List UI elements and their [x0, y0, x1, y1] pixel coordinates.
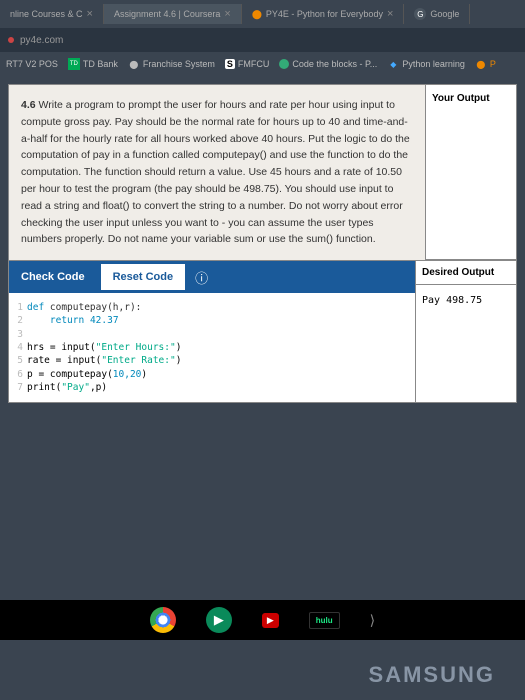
youtube-icon[interactable]: ▶	[262, 613, 279, 628]
tab-label: Google	[430, 9, 459, 19]
code-area: Check Code Reset Code ⓘ 1 def computepay(…	[9, 261, 416, 402]
bookmark-label: Code the blocks - P...	[292, 59, 377, 69]
bookmark-label: RT7 V2 POS	[6, 59, 58, 69]
code-token: hrs = input(	[27, 342, 96, 353]
code-token: ,p)	[90, 382, 107, 393]
assignment-panel: 4.6 Write a program to prompt the user f…	[8, 84, 517, 403]
chrome-icon[interactable]	[150, 607, 176, 633]
bookmark-tdbank[interactable]: TDTD Bank	[68, 58, 118, 70]
tab-google[interactable]: G Google	[404, 4, 470, 24]
instructions-text: 4.6 Write a program to prompt the user f…	[9, 85, 426, 260]
tab-courses[interactable]: nline Courses & C ×	[0, 4, 104, 24]
hulu-icon[interactable]: hulu	[309, 612, 340, 629]
samsung-brand: SAMSUNG	[369, 662, 495, 688]
p-icon: ⬤	[475, 58, 487, 70]
desired-output-header: Desired Output	[416, 261, 516, 285]
reset-code-button[interactable]: Reset Code	[101, 264, 186, 290]
code-token: def	[27, 302, 44, 313]
code-token: )	[176, 342, 182, 353]
play-icon[interactable]: ▶	[206, 607, 232, 633]
tab-py4e[interactable]: ⬤ PY4E - Python for Everybody ×	[242, 4, 405, 24]
td-icon: TD	[68, 58, 80, 70]
code-icon	[279, 59, 289, 69]
toolbar: Check Code Reset Code ⓘ	[9, 261, 415, 293]
line-number: 5	[13, 354, 23, 367]
code-token: 42.37	[84, 315, 118, 326]
bookmark-label: TD Bank	[83, 59, 118, 69]
line-number: 3	[13, 328, 23, 341]
tab-label: Assignment 4.6 | Coursera	[114, 9, 220, 19]
python-icon: ⬤	[252, 9, 262, 20]
your-output-header: Your Output	[426, 85, 516, 260]
code-token: rate = input(	[27, 355, 101, 366]
google-icon: G	[414, 8, 426, 20]
tab-assignment[interactable]: Assignment 4.6 | Coursera ×	[104, 4, 242, 24]
code-token: )	[176, 355, 182, 366]
code-token: "Enter Hours:"	[96, 342, 176, 353]
exercise-number: 4.6	[21, 99, 36, 111]
code-token: p = computepay(	[27, 369, 113, 380]
franchise-icon: ⬤	[128, 58, 140, 70]
code-token: return	[50, 315, 84, 326]
info-icon[interactable]: ⓘ	[195, 268, 208, 287]
bookmark-label: FMFCU	[238, 59, 270, 69]
line-number: 6	[13, 368, 23, 381]
code-token: "Enter Rate:"	[101, 355, 175, 366]
more-icon[interactable]: ⟩	[370, 612, 375, 629]
bookmarks-bar: RT7 V2 POS TDTD Bank ⬤Franchise System S…	[0, 52, 525, 76]
bookmark-fmfcu[interactable]: SFMFCU	[225, 59, 270, 69]
s-icon: S	[225, 59, 235, 69]
tab-label: PY4E - Python for Everybody	[266, 9, 383, 19]
line-number: 4	[13, 341, 23, 354]
bookmark-p[interactable]: ⬤P	[475, 58, 496, 70]
code-token: 10,20	[113, 369, 142, 380]
desired-output-value: Pay 498.75	[416, 285, 516, 316]
code-token: "Pay"	[61, 382, 90, 393]
bookmark-rt7[interactable]: RT7 V2 POS	[6, 59, 58, 69]
bookmark-label: P	[490, 59, 496, 69]
instructions-body: Write a program to prompt the user for h…	[21, 99, 410, 245]
site-indicator-icon	[8, 37, 14, 43]
browser-tabs: nline Courses & C × Assignment 4.6 | Cou…	[0, 0, 525, 28]
python-icon: ◆	[387, 58, 399, 70]
android-nav-bar: ▶ ▶ hulu ⟩	[0, 600, 525, 640]
bookmark-codeblocks[interactable]: Code the blocks - P...	[279, 59, 377, 69]
line-number: 2	[13, 314, 23, 327]
code-token: )	[141, 369, 147, 380]
code-token: computepay(h,r):	[44, 302, 141, 313]
bookmark-label: Franchise System	[143, 59, 215, 69]
code-editor[interactable]: 1 def computepay(h,r): 2 return 42.37 3 4…	[9, 293, 415, 402]
bookmark-franchise[interactable]: ⬤Franchise System	[128, 58, 215, 70]
line-number: 7	[13, 381, 23, 394]
bookmark-python[interactable]: ◆Python learning	[387, 58, 465, 70]
line-number: 1	[13, 301, 23, 314]
close-icon[interactable]: ×	[387, 8, 393, 20]
close-icon[interactable]: ×	[224, 8, 230, 20]
tab-label: nline Courses & C	[10, 9, 83, 19]
check-code-button[interactable]: Check Code	[9, 263, 97, 291]
url-domain: py4e.com	[20, 35, 63, 46]
close-icon[interactable]: ×	[87, 8, 93, 20]
url-bar[interactable]: py4e.com	[0, 28, 525, 52]
code-token: print(	[27, 382, 61, 393]
bookmark-label: Python learning	[402, 59, 465, 69]
desired-output-panel: Desired Output Pay 498.75	[416, 261, 516, 402]
